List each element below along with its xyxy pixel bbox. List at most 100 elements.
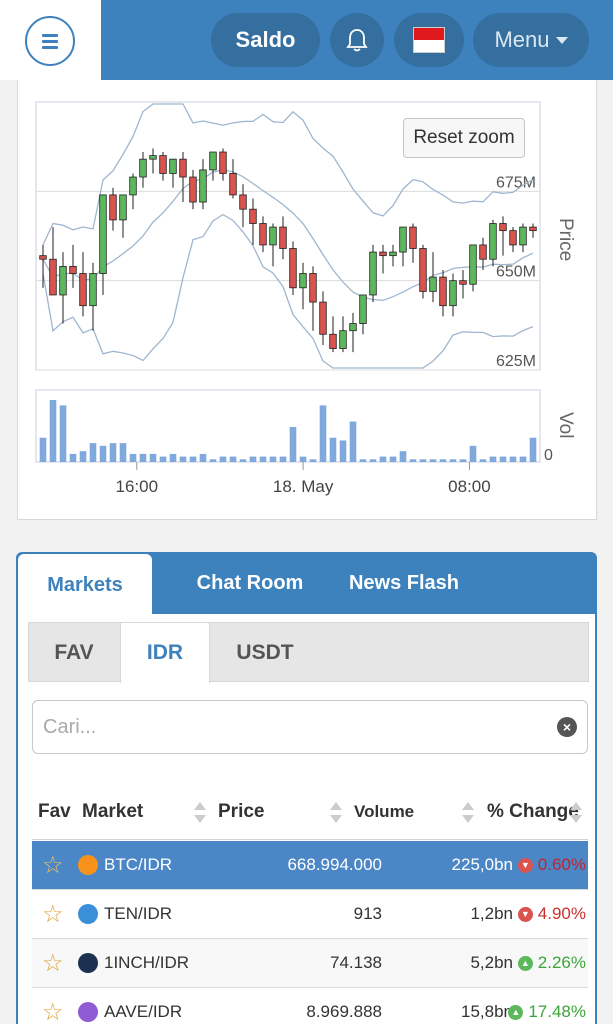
caret-down-icon — [555, 36, 568, 44]
menu-label: Menu — [494, 27, 550, 52]
volume-bar — [119, 443, 127, 462]
volume-bar — [329, 437, 337, 462]
volume-bar — [219, 456, 227, 462]
candle-up — [389, 251, 397, 257]
change-up-icon: ▲ — [508, 1004, 524, 1020]
market-name: AAVE/IDR — [104, 1002, 183, 1021]
currency-subtabs: FAV IDR USDT — [28, 622, 589, 683]
hamburger-menu-icon[interactable] — [25, 16, 75, 66]
search-box: × — [32, 700, 588, 754]
market-row[interactable]: ☆ BTC/IDR 668.994.000 225,0bn ▼ 0.60% — [32, 841, 588, 890]
candle-down — [249, 208, 257, 224]
candle-up — [209, 151, 217, 171]
subtab-fav[interactable]: FAV — [29, 623, 119, 683]
favorite-star-icon[interactable]: ☆ — [42, 988, 68, 1024]
candle-up — [369, 251, 377, 296]
menu-dropdown[interactable]: Menu — [473, 13, 589, 67]
tab-news-flash[interactable]: News Flash — [338, 552, 470, 614]
change-value: 2.26% — [537, 953, 586, 972]
notification-button[interactable] — [330, 13, 384, 67]
volume-bar — [249, 456, 257, 462]
change-value: 0.60% — [537, 855, 586, 874]
volume-bar — [139, 453, 147, 462]
tab-markets[interactable]: Markets — [18, 554, 152, 616]
price-chart-card: 625M 650M 675M 0 Price Vol 16:00 18. May 08:00 R… — [17, 80, 597, 520]
candle-down — [459, 280, 467, 285]
tab-chat-room[interactable]: Chat Room — [162, 552, 338, 614]
candle-down — [239, 194, 247, 210]
markets-body: FAV IDR USDT × Fav Market Price Volume %… — [18, 614, 595, 1024]
candle-up — [519, 226, 527, 246]
volume-bar — [129, 453, 137, 462]
change-down-icon: ▼ — [517, 857, 533, 873]
candle-down — [219, 151, 227, 174]
volume-bar — [459, 459, 467, 462]
volume-bar — [299, 456, 307, 462]
bell-icon — [346, 29, 368, 52]
header-price[interactable]: Price — [218, 784, 264, 840]
language-button[interactable] — [394, 13, 464, 67]
bitcoin-icon — [78, 855, 98, 875]
top-bar: Saldo Menu — [0, 0, 613, 80]
header-fav[interactable]: Fav — [38, 784, 71, 840]
market-change: ▼ 0.60% — [504, 841, 588, 889]
volume-bar — [199, 453, 207, 462]
volume-bar — [479, 459, 487, 462]
candle-up — [139, 158, 147, 178]
volume-bar — [359, 459, 367, 462]
candle-up — [399, 226, 407, 253]
volume-bar — [409, 459, 417, 462]
candle-down — [259, 223, 267, 246]
volume-bar — [49, 400, 57, 462]
subtab-idr[interactable]: IDR — [120, 622, 210, 683]
candle-down — [109, 194, 117, 221]
candle-down — [499, 223, 507, 232]
candle-up — [199, 169, 207, 203]
candle-up — [349, 323, 357, 332]
market-row[interactable]: ☆ TEN/IDR 913 1,2bn ▼ 4.90% — [32, 890, 588, 939]
market-name: TEN/IDR — [104, 904, 172, 923]
candle-up — [489, 223, 497, 260]
candle-down — [509, 230, 517, 246]
market-name: 1INCH/IDR — [104, 953, 190, 972]
market-price: 668.994.000 — [287, 855, 382, 874]
candle-down — [159, 155, 167, 174]
volume-bar — [289, 426, 297, 462]
favorite-star-icon[interactable]: ☆ — [42, 890, 68, 938]
volume-bar — [429, 459, 437, 462]
sort-change-icon[interactable] — [570, 802, 582, 824]
market-row[interactable]: ☆ 1INCH/IDR 74.138 5,2bn ▲ 2.26% — [32, 939, 588, 988]
candle-down — [419, 248, 427, 292]
reset-zoom-button[interactable]: Reset zoom — [403, 118, 525, 158]
price-tick-label: 625M — [496, 353, 536, 370]
header-change[interactable]: % Change — [487, 784, 579, 840]
candle-up — [359, 294, 367, 324]
volume-bar — [229, 456, 237, 462]
change-down-icon: ▼ — [517, 906, 533, 922]
volume-bar — [419, 459, 427, 462]
market-row[interactable]: ☆ AAVE/IDR 8.969.888 15,8bn ▲ 17.48% — [32, 988, 588, 1024]
saldo-button[interactable]: Saldo — [211, 13, 320, 67]
candle-down — [529, 226, 537, 232]
search-input[interactable] — [43, 713, 543, 741]
volume-bar — [189, 456, 197, 462]
sort-market-icon[interactable] — [194, 802, 206, 824]
volume-bar — [369, 459, 377, 462]
favorite-star-icon[interactable]: ☆ — [42, 841, 68, 889]
volume-bar — [379, 456, 387, 462]
subtab-usdt[interactable]: USDT — [210, 623, 320, 683]
volume-bar — [529, 437, 537, 462]
volume-bar — [59, 405, 67, 462]
x-tick-label: 18. May — [273, 477, 334, 496]
candle-down — [379, 251, 387, 257]
sort-price-icon[interactable] — [330, 802, 342, 824]
candle-down — [279, 226, 287, 249]
change-value: 4.90% — [537, 904, 586, 923]
volume-bar — [149, 453, 157, 462]
header-market[interactable]: Market — [82, 784, 143, 840]
sort-volume-icon[interactable] — [462, 802, 474, 824]
favorite-star-icon[interactable]: ☆ — [42, 939, 68, 987]
header-volume[interactable]: Volume — [354, 784, 414, 840]
clear-icon[interactable]: × — [557, 717, 577, 737]
volume-bar — [509, 456, 517, 462]
